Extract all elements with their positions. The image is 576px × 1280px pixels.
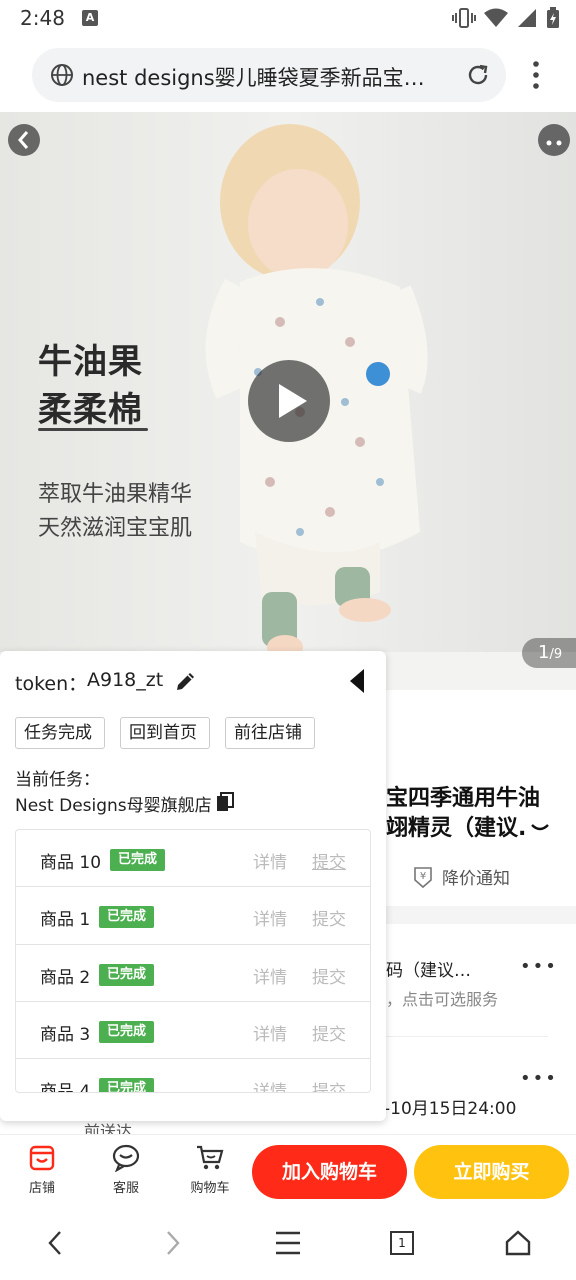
system-nav-bar: 1	[0, 1206, 576, 1280]
add-to-cart-button[interactable]: 加入购物车	[252, 1145, 407, 1199]
item-name: 商品 3	[40, 1024, 91, 1045]
bottom-action-bar: 店铺 客服 购物车 加入购物车 立即购买	[0, 1134, 576, 1206]
nav-forward-icon[interactable]	[162, 1228, 184, 1258]
cart-icon	[197, 1145, 224, 1170]
delivery-more-icon[interactable]: •••	[520, 1068, 558, 1089]
item-submit-link[interactable]: 提交	[312, 905, 346, 930]
cart-label: 购物车	[190, 1181, 230, 1196]
tab-count: 1	[398, 1236, 406, 1250]
go-to-store-button[interactable]: 前往店铺	[225, 717, 315, 749]
page-current: 1	[538, 642, 550, 663]
collapse-panel-icon[interactable]	[348, 667, 366, 695]
nav-back-icon[interactable]	[44, 1228, 66, 1258]
table-row: 商品 1 已完成 详情 提交	[16, 887, 370, 945]
table-row: 商品 10 已完成 详情 提交	[16, 830, 370, 888]
item-detail-link[interactable]: 详情	[253, 905, 287, 930]
item-submit-link[interactable]: 提交	[312, 1077, 346, 1092]
wifi-icon	[484, 8, 508, 27]
play-video-button[interactable]	[248, 360, 330, 442]
status-bar: 2:48 A	[0, 0, 576, 36]
item-name: 商品 10	[40, 853, 102, 873]
delivery-date: -10月15日24:00	[384, 1099, 517, 1119]
chevron-left-icon	[18, 131, 29, 149]
product-title-line1: 宝四季通用牛油	[386, 786, 541, 811]
item-detail-link[interactable]: 详情	[253, 963, 287, 988]
customer-service-label: 客服	[112, 1181, 139, 1196]
price-notify-button[interactable]: ¥ 降价通知	[412, 864, 510, 889]
hero-headline-line2: 柔柔棉	[38, 390, 143, 430]
more-horiz-icon	[546, 140, 562, 146]
product-image-carousel[interactable]: 牛油果 柔柔棉 萃取牛油果精华 天然滋润宝宝肌 1/9	[0, 112, 576, 690]
item-submit-link[interactable]: 提交	[312, 848, 346, 873]
current-task-store: Nest Designs母婴旗舰店	[15, 796, 212, 816]
status-badge: 已完成	[99, 1020, 155, 1043]
price-notify-label: 降价通知	[442, 869, 510, 889]
page-total: /9	[549, 647, 563, 662]
image-page-indicator: 1/9	[522, 638, 576, 668]
chevron-down-icon	[531, 824, 550, 831]
store-button[interactable]: 店铺	[12, 1143, 72, 1196]
chat-service-icon	[112, 1144, 140, 1172]
table-row: 商品 4 已完成 详情 提交	[16, 1059, 370, 1093]
status-badge: 已完成	[99, 963, 155, 986]
buy-now-button[interactable]: 立即购买	[414, 1145, 569, 1199]
url-text[interactable]: nest designs婴儿睡袋夏季新品宝…	[82, 62, 442, 92]
spec-selector-hint: ，点击可选服务	[386, 990, 499, 1009]
reload-icon[interactable]	[464, 61, 492, 89]
svg-text:¥: ¥	[420, 871, 426, 882]
status-badge: 已完成	[110, 849, 166, 871]
spec-more-icon[interactable]: •••	[520, 956, 558, 977]
more-vert-icon[interactable]	[526, 60, 546, 90]
nav-tabs-button[interactable]: 1	[390, 1231, 414, 1255]
token-label: token：	[15, 673, 88, 695]
nav-home-icon[interactable]	[504, 1228, 532, 1258]
product-title-line2-text: 翊精灵（建议.	[386, 816, 527, 841]
edit-pencil-icon[interactable]	[174, 669, 198, 693]
more-options-button[interactable]	[538, 124, 570, 156]
task-complete-button[interactable]: 任务完成	[15, 717, 105, 749]
status-time: 2:48	[20, 6, 65, 30]
item-submit-link[interactable]: 提交	[312, 1020, 346, 1045]
globe-icon	[51, 64, 73, 86]
item-detail-link[interactable]: 详情	[253, 1077, 287, 1092]
spec-selector-text[interactable]: 码（建议…	[386, 956, 471, 981]
address-bar[interactable]: nest designs婴儿睡袋夏季新品宝…	[32, 48, 506, 102]
vibrate-icon	[452, 8, 476, 28]
hero-subline2: 天然滋润宝宝肌	[38, 516, 193, 541]
store-icon	[29, 1145, 55, 1171]
item-detail-link[interactable]: 详情	[253, 1020, 287, 1045]
item-name: 商品 1	[40, 910, 91, 931]
signal-icon	[518, 9, 536, 27]
table-row: 商品 2 已完成 详情 提交	[16, 945, 370, 1002]
customer-service-button[interactable]: 客服	[96, 1143, 156, 1196]
task-item-list[interactable]: 商品 10 已完成 详情 提交 商品 1 已完成 详情 提交 商品 2 已完成 …	[15, 829, 371, 1093]
hero-subline1: 萃取牛油果精华	[38, 482, 193, 507]
nav-menu-icon[interactable]	[274, 1228, 302, 1258]
hero-underline	[38, 428, 148, 431]
item-submit-link[interactable]: 提交	[312, 963, 346, 988]
task-panel: token： A918_zt 任务完成 回到首页 前往店铺 当前任务： Nest…	[0, 651, 386, 1121]
status-badge: 已完成	[99, 906, 155, 929]
status-icons	[452, 6, 560, 30]
price-tag-icon: ¥	[414, 866, 432, 888]
copy-icon[interactable]	[216, 792, 234, 812]
item-name: 商品 4	[40, 1082, 91, 1093]
back-to-home-button[interactable]: 回到首页	[120, 717, 210, 749]
current-task-label: 当前任务：	[15, 770, 100, 790]
table-row: 商品 3 已完成 详情 提交	[16, 1002, 370, 1060]
battery-charging-icon	[547, 7, 559, 28]
cart-button[interactable]: 购物车	[180, 1143, 240, 1196]
notification-icon: A	[82, 10, 98, 26]
hero-headline-line1: 牛油果	[38, 342, 143, 382]
divider	[386, 1036, 548, 1037]
product-title-line2[interactable]: 翊精灵（建议.	[386, 810, 550, 842]
back-button[interactable]	[8, 124, 40, 156]
item-detail-link[interactable]: 详情	[253, 848, 287, 873]
token-value: A918_zt	[87, 669, 164, 691]
store-label: 店铺	[28, 1181, 55, 1196]
status-badge: 已完成	[99, 1078, 155, 1092]
play-icon	[279, 384, 307, 418]
item-name: 商品 2	[40, 967, 91, 988]
